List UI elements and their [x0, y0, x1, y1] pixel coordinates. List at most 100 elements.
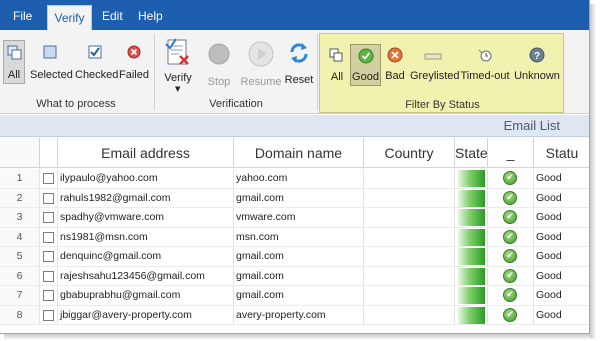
- row-checkbox[interactable]: [43, 290, 54, 301]
- email-address-cell: rahuls1982@gmail.com: [58, 188, 234, 208]
- column-header-status-icon[interactable]: _: [488, 138, 534, 168]
- row-number: 1: [0, 169, 40, 189]
- row-checkbox[interactable]: [43, 192, 54, 204]
- row-number: 2: [0, 188, 40, 208]
- menu-bar: File Verify Edit Help: [0, 0, 589, 30]
- table-row[interactable]: 4 ns1981@msn.com msn.com ✔ Good: [0, 227, 589, 247]
- domain-name-cell: gmail.com: [234, 266, 364, 286]
- status-cell: Good: [534, 306, 589, 325]
- chevron-down-icon[interactable]: ▼: [175, 85, 180, 93]
- process-all-button[interactable]: All: [3, 40, 25, 84]
- email-list-title: Email List: [503, 118, 560, 133]
- resume-button[interactable]: Resume: [240, 38, 282, 94]
- filter-bad-button[interactable]: Bad: [383, 46, 407, 86]
- status-cell: Good: [534, 208, 589, 228]
- checked-items-icon: [88, 45, 102, 59]
- country-cell: [364, 286, 455, 306]
- verify-icon: [165, 38, 189, 65]
- stop-label: Stop: [207, 76, 231, 88]
- table-row[interactable]: 1 ilypaulo@yahoo.com yahoo.com ✔ Good: [0, 169, 589, 189]
- process-failed-button[interactable]: Failed: [118, 40, 150, 84]
- domain-name-cell: gmail.com: [234, 286, 364, 306]
- state-progress-bar: [458, 248, 485, 265]
- state-progress-bar: [458, 306, 485, 324]
- stop-button[interactable]: Stop: [201, 38, 237, 94]
- state-progress-bar: [458, 228, 485, 246]
- country-cell: [364, 266, 455, 286]
- row-checkbox[interactable]: [43, 251, 54, 262]
- country-cell: [364, 169, 455, 189]
- app-window: File Verify Edit Help All Selected Check…: [0, 0, 590, 334]
- table-row[interactable]: 5 denquinc@gmail.com gmail.com ✔ Good: [0, 247, 589, 267]
- good-check-icon: ✔: [503, 190, 517, 205]
- what-to-process-group-label: What to process: [36, 98, 116, 110]
- status-cell: Good: [534, 267, 589, 286]
- row-number: 6: [0, 266, 40, 286]
- good-check-icon: ✔: [503, 268, 517, 283]
- email-address-cell: gbabuprabhu@gmail.com: [58, 286, 234, 306]
- reset-button[interactable]: Reset: [284, 38, 314, 94]
- selected-items-icon: [43, 45, 57, 59]
- state-progress-bar: [458, 267, 485, 285]
- status-cell: Good: [534, 247, 589, 267]
- verify-button[interactable]: Verify ▼: [160, 38, 196, 94]
- status-cell: Good: [534, 228, 589, 247]
- greylisted-icon: [424, 53, 442, 60]
- menu-help[interactable]: Help: [138, 0, 163, 30]
- domain-name-cell: avery-property.com: [234, 305, 364, 325]
- process-selected-button[interactable]: Selected: [30, 40, 73, 84]
- domain-name-cell: vmware.com: [234, 208, 364, 228]
- email-list-titlebar: Email List: [0, 115, 589, 137]
- menu-verify[interactable]: Verify: [47, 5, 92, 30]
- row-checkbox[interactable]: [43, 270, 54, 282]
- table-row[interactable]: 7 gbabuprabhu@gmail.com gmail.com ✔ Good: [0, 286, 589, 306]
- filter-by-status-group-label: Filter By Status: [405, 99, 480, 111]
- filter-good-button[interactable]: Good: [350, 44, 381, 86]
- filter-timed-out-label: Timed-out: [460, 70, 510, 82]
- ribbon-separator: [317, 34, 318, 110]
- filter-all-label: All: [330, 71, 344, 83]
- country-cell: [364, 247, 455, 267]
- table-row[interactable]: 2 rahuls1982@gmail.com gmail.com ✔ Good: [0, 188, 589, 208]
- verification-group-label: Verification: [209, 98, 263, 110]
- filter-greylisted-button[interactable]: Greylisted: [410, 46, 460, 86]
- row-number: 5: [0, 247, 40, 267]
- filter-by-status-group: All Good Bad Greylisted Timed-out ? Unkn…: [319, 33, 564, 113]
- row-checkbox[interactable]: [43, 309, 54, 321]
- row-checkbox[interactable]: [43, 231, 54, 243]
- state-progress-bar: [458, 189, 485, 207]
- filter-unknown-button[interactable]: ? Unknown: [514, 46, 560, 86]
- process-failed-label: Failed: [119, 69, 149, 81]
- column-header-row-number: [0, 138, 40, 168]
- table-row[interactable]: 8 jbiggar@avery-property.com avery-propert…: [0, 305, 589, 325]
- status-cell: Good: [534, 286, 589, 306]
- email-address-cell: rajeshsahu123456@gmail.com: [58, 266, 234, 286]
- good-check-icon: ✔: [503, 210, 517, 224]
- ribbon-separator: [154, 34, 155, 110]
- table-row[interactable]: 6 rajeshsahu123456@gmail.com gmail.com ✔ Goo…: [0, 266, 589, 286]
- svg-text:?: ?: [534, 51, 540, 62]
- menu-file[interactable]: File: [13, 0, 32, 30]
- row-checkbox[interactable]: [43, 212, 54, 223]
- column-header-country[interactable]: Country: [364, 138, 455, 168]
- filter-timed-out-button[interactable]: Timed-out: [459, 46, 511, 86]
- column-header-status[interactable]: Statu: [534, 138, 589, 168]
- table-row[interactable]: 3 spadhy@vmware.com vmware.com ✔ Good: [0, 208, 589, 228]
- row-checkbox[interactable]: [43, 173, 54, 184]
- column-header-email[interactable]: Email address: [58, 138, 234, 168]
- good-status-icon: [358, 48, 374, 64]
- column-header-checkbox[interactable]: [40, 138, 58, 168]
- process-selected-label: Selected: [30, 69, 73, 81]
- process-checked-button[interactable]: Checked: [75, 40, 118, 84]
- country-cell: [364, 305, 455, 325]
- good-check-icon: ✔: [503, 171, 517, 185]
- menu-edit[interactable]: Edit: [102, 0, 123, 30]
- unknown-icon: ?: [529, 47, 545, 63]
- good-check-icon: ✔: [503, 249, 517, 263]
- column-header-state[interactable]: State: [455, 138, 488, 168]
- column-header-domain[interactable]: Domain name: [234, 138, 364, 168]
- ribbon: All Selected Checked Failed What to proc…: [0, 30, 589, 114]
- email-address-cell: ilypaulo@yahoo.com: [58, 169, 234, 189]
- state-progress-bar: [458, 287, 485, 304]
- filter-all-button[interactable]: All: [324, 46, 350, 86]
